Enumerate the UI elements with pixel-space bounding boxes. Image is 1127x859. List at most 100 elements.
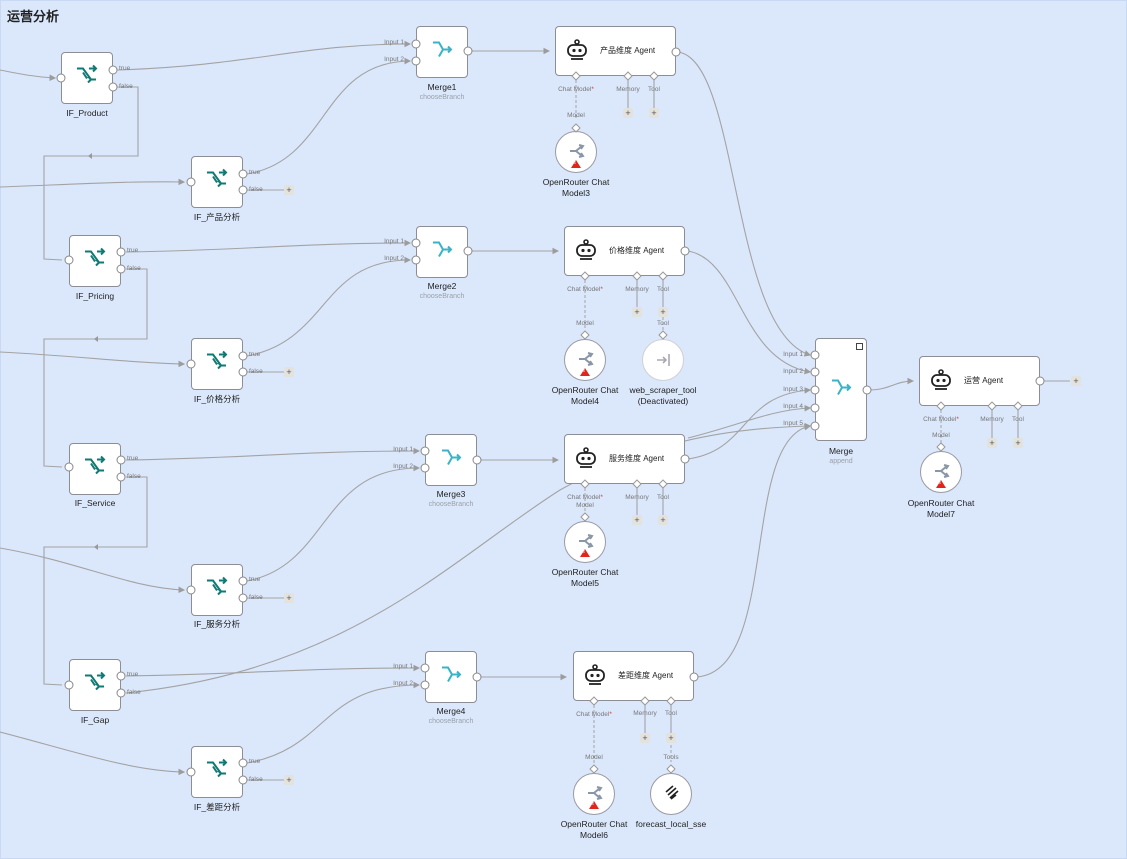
input-port-label: Input 2 [393,680,413,687]
add-node-button[interactable]: + [284,593,294,603]
warning-icon [580,368,590,376]
web-scraper-tool-node[interactable] [642,339,684,381]
wire [0,547,186,594]
merge2-label: Merge2 [427,281,457,291]
true-port-label: true [249,351,261,358]
service-agent-node[interactable]: 服务维度 Agent [564,434,685,484]
add-node-button[interactable]: + [284,775,294,785]
true-port-label: true [127,455,139,462]
chat-model-port-label: Chat Model* [558,86,594,93]
merge4-mode: chooseBranch [428,718,474,725]
loop-arrow [94,336,98,342]
model7-label: OpenRouter Chat Model7 [907,498,975,519]
model-port-label: Model [932,432,950,439]
add-memory-button[interactable]: + [640,733,650,743]
merge3-mode: chooseBranch [428,501,474,508]
add-tool-button[interactable]: + [658,307,668,317]
true-port-label: true [119,65,131,72]
if-service-node[interactable] [69,443,121,495]
if-branch-icon [205,576,229,604]
if-pricing-node[interactable] [69,235,121,287]
false-port-label: false [127,473,141,480]
chat-model-port-label: Chat Model* [567,286,603,293]
wire [246,57,412,175]
input-port-label: Input 2 [393,463,413,470]
robot-icon [930,369,952,396]
gap-agent-node[interactable]: 差距维度 Agent [573,651,694,701]
if-price-analysis-node[interactable] [191,338,243,390]
merge3-label: Merge3 [436,489,466,499]
merge-label: Merge [828,446,854,456]
input-port-label: Input 1 [783,351,803,358]
price-agent-node[interactable]: 价格维度 Agent [564,226,685,276]
model3-label: OpenRouter Chat Model3 [542,177,610,198]
if-gap-analysis-node[interactable] [191,746,243,798]
if-branch-icon [205,168,229,196]
model6-label: OpenRouter Chat Model6 [560,819,628,840]
wire [125,239,412,253]
input-port-label: Input 1 [393,446,413,453]
merge3-node[interactable] [425,434,477,486]
add-tool-button[interactable]: + [649,108,659,118]
if-product-analysis-node[interactable] [191,156,243,208]
if-service-analysis-label: IF_服务分析 [193,619,241,629]
if-service-label: IF_Service [74,498,116,508]
if-branch-icon [83,247,107,275]
product-agent-node[interactable]: 产品维度 Agent [555,26,676,76]
loop-arrow [88,153,92,159]
add-memory-button[interactable]: + [623,108,633,118]
mcp-icon [663,784,681,807]
tool-port-label: Tool [657,320,669,327]
add-tool-button[interactable]: + [666,733,676,743]
wire [677,51,812,357]
add-node-button[interactable]: + [284,367,294,377]
add-memory-button[interactable]: + [632,515,642,525]
merge4-label: Merge4 [436,706,466,716]
input-port-label: Input 2 [783,368,803,375]
add-node-button[interactable]: + [1071,376,1081,386]
merge-mode: append [829,458,853,465]
true-port-label: true [127,671,139,678]
if-product-node[interactable] [61,52,113,104]
connections-layer [0,40,1070,781]
false-port-label: false [249,186,263,193]
merge4-node[interactable] [425,651,477,703]
false-port-label: false [249,776,263,783]
wire [125,664,421,677]
add-tool-button[interactable]: + [658,515,668,525]
wire [246,681,421,764]
merge1-node[interactable] [416,26,468,78]
wire [0,69,57,82]
false-port-label: false [249,594,263,601]
tools-port-label: Tools [663,754,679,761]
add-node-button[interactable]: + [284,185,294,195]
input-port-label: Input 3 [783,386,803,393]
true-port-label: true [127,247,139,254]
add-memory-button[interactable]: + [987,438,997,448]
input-port-label: Input 1 [384,238,404,245]
merge-icon [430,240,454,265]
add-memory-button[interactable]: + [632,307,642,317]
tool-port-label: Tool [1012,416,1024,423]
add-tool-button[interactable]: + [1013,438,1023,448]
agent-title: 产品维度 Agent [600,46,656,55]
input-port-label: Input 1 [393,663,413,670]
memory-port-label: Memory [633,710,657,717]
wire [125,447,421,461]
agent-title: 差距维度 Agent [618,671,674,680]
warning-icon [589,801,599,809]
if-service-analysis-node[interactable] [191,564,243,616]
forecast-tool-node[interactable] [650,773,692,815]
model-port-label: Model [567,112,585,119]
merge-node[interactable] [815,338,867,441]
input-port-label: Input 2 [384,56,404,63]
merge2-node[interactable] [416,226,468,278]
true-port-label: true [249,169,261,176]
wire [116,40,412,71]
model-port-label: Model [585,754,603,761]
wire [246,256,412,357]
if-gap-node[interactable] [69,659,121,711]
if-branch-icon [205,758,229,786]
ops-agent-node[interactable]: 运营 Agent [919,356,1040,406]
if-product-label: IF_Product [66,108,108,118]
